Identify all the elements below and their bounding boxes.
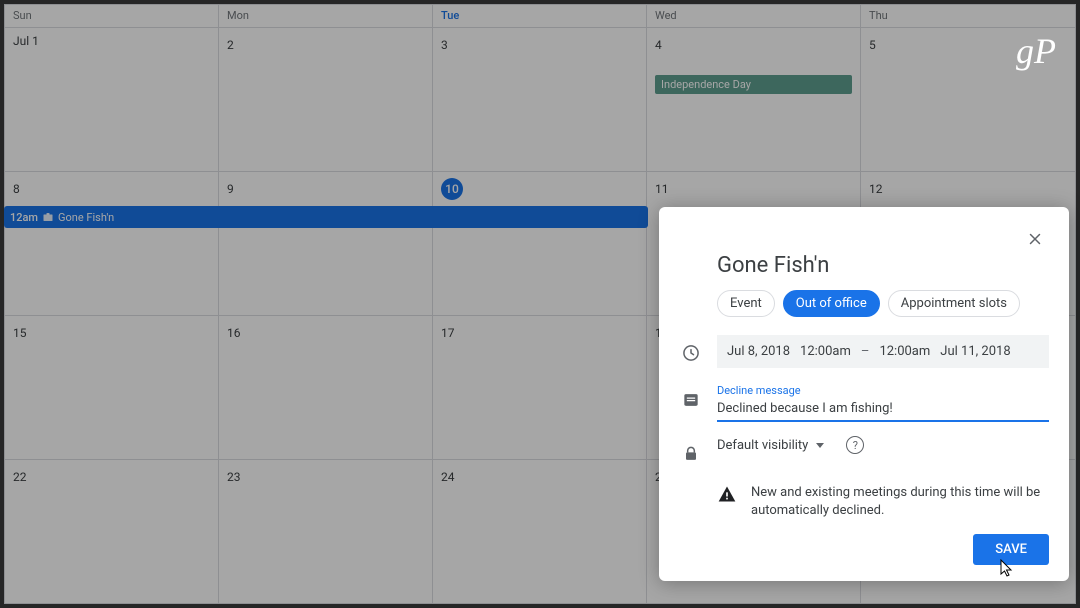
auto-decline-notice: New and existing meetings during this ti… <box>717 484 1049 520</box>
day-cell[interactable]: 2 <box>219 27 433 171</box>
day-number: 12 <box>869 182 883 196</box>
day-cell[interactable]: 16 <box>219 315 433 459</box>
day-number: 2 <box>227 38 234 52</box>
day-number: 11 <box>655 182 669 196</box>
day-header: Wed <box>647 5 861 27</box>
save-button[interactable]: SAVE <box>973 534 1049 565</box>
pill-appointment-slots[interactable]: Appointment slots <box>888 290 1020 317</box>
day-number: 4 <box>655 38 662 52</box>
day-number: Jul 1 <box>13 34 210 48</box>
briefcase-icon <box>42 211 54 223</box>
popup-title[interactable]: Gone Fish'n <box>717 253 1049 278</box>
event-time: 12am <box>10 211 38 224</box>
start-date: Jul 8, 2018 <box>727 344 790 359</box>
dash: – <box>861 344 870 359</box>
chevron-down-icon <box>816 443 824 448</box>
day-number: 16 <box>227 326 241 340</box>
day-number: 23 <box>227 470 241 484</box>
day-header: Tue <box>433 5 647 27</box>
close-icon <box>1026 230 1044 248</box>
decline-message-label: Decline message <box>717 384 1049 397</box>
day-cell[interactable]: 24 <box>433 459 647 603</box>
day-number: 10 <box>441 178 463 200</box>
day-cell[interactable]: 15 <box>5 315 219 459</box>
time-range-field[interactable]: Jul 8, 2018 12:00am – 12:00am Jul 11, 20… <box>717 335 1049 368</box>
time-row: Jul 8, 2018 12:00am – 12:00am Jul 11, 20… <box>679 335 1049 368</box>
watermark-logo: gP <box>1016 30 1056 72</box>
lock-icon <box>679 442 703 466</box>
decline-message-field[interactable]: Decline message <box>717 382 1049 422</box>
day-header: Mon <box>219 5 433 27</box>
decline-message-input[interactable] <box>717 399 1049 416</box>
end-date: Jul 11, 2018 <box>940 344 1010 359</box>
notice-text: New and existing meetings during this ti… <box>751 484 1049 520</box>
day-cell[interactable]: 4 Independence Day <box>647 27 861 171</box>
decline-message-row: Decline message <box>679 382 1049 422</box>
day-number: 17 <box>441 326 455 340</box>
day-number: 15 <box>13 326 27 340</box>
day-cell[interactable]: 3 <box>433 27 647 171</box>
day-header: Thu <box>861 5 1075 27</box>
day-cell[interactable]: 10 <box>433 171 647 315</box>
day-number: 24 <box>441 470 455 484</box>
clock-icon <box>679 341 703 365</box>
event-create-popup: Gone Fish'n Event Out of office Appointm… <box>659 207 1069 581</box>
start-time: 12:00am <box>800 344 851 359</box>
day-header: Sun <box>5 5 219 27</box>
day-cell[interactable]: 8 <box>5 171 219 315</box>
day-cell[interactable]: 17 <box>433 315 647 459</box>
day-cell[interactable]: Jul 1 <box>5 27 219 171</box>
day-number: 3 <box>441 38 448 52</box>
warning-icon <box>717 484 737 504</box>
pill-event[interactable]: Event <box>717 290 775 317</box>
day-number: 8 <box>13 182 20 196</box>
event-title: Gone Fish'n <box>58 211 114 224</box>
note-icon <box>679 388 703 412</box>
day-cell[interactable]: 9 <box>219 171 433 315</box>
close-button[interactable] <box>1021 225 1049 253</box>
mouse-cursor-icon <box>999 559 1015 579</box>
event-bar-gone-fishn[interactable]: 12am Gone Fish'n <box>4 206 648 228</box>
day-number: 5 <box>869 38 876 52</box>
event-type-pills: Event Out of office Appointment slots <box>717 290 1049 317</box>
day-number: 9 <box>227 182 234 196</box>
end-time: 12:00am <box>879 344 930 359</box>
day-cell[interactable]: 22 <box>5 459 219 603</box>
visibility-row: Default visibility ? <box>679 436 1049 466</box>
visibility-dropdown[interactable]: Default visibility <box>717 438 808 453</box>
help-icon[interactable]: ? <box>846 436 864 454</box>
holiday-chip[interactable]: Independence Day <box>655 75 852 94</box>
day-cell[interactable]: 23 <box>219 459 433 603</box>
pill-out-of-office[interactable]: Out of office <box>783 290 880 317</box>
day-number: 22 <box>13 470 27 484</box>
